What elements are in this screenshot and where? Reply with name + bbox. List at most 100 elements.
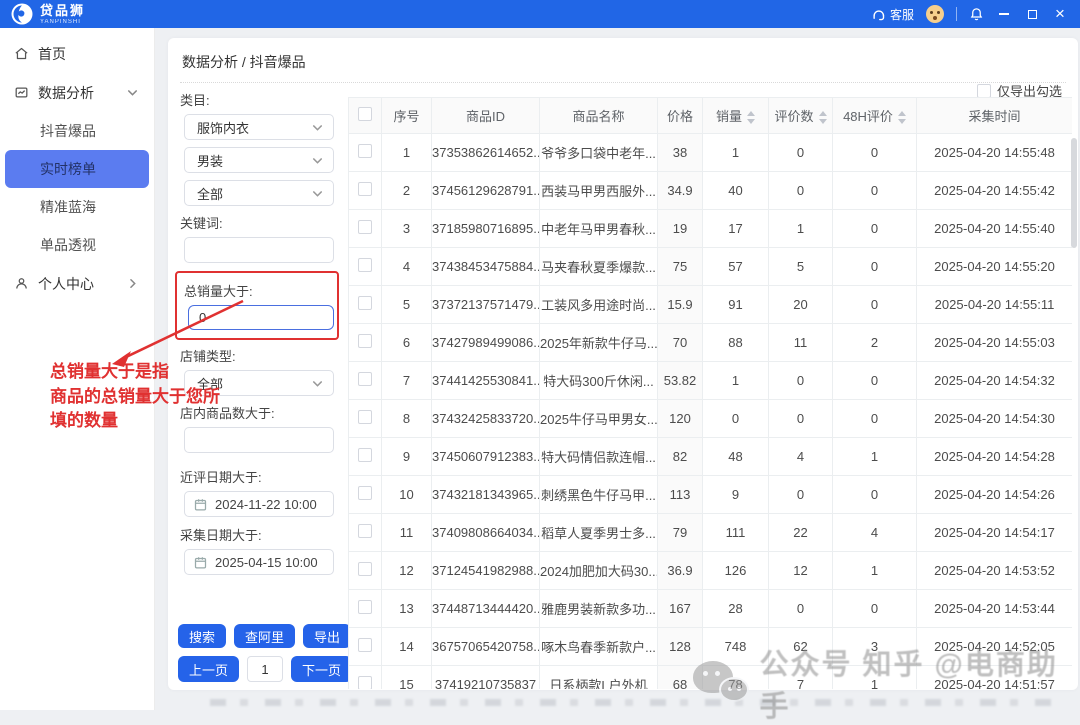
table-cell: 12 bbox=[769, 552, 833, 590]
table-cell: 37185980716895... bbox=[432, 210, 540, 248]
table-cell: 2025-04-20 14:53:52 bbox=[917, 552, 1073, 590]
maximize-button[interactable] bbox=[1024, 6, 1040, 22]
sidebar-item-personal-center[interactable]: 个人中心 bbox=[0, 264, 154, 303]
column-header[interactable]: 48H评价 bbox=[833, 98, 917, 134]
headset-icon bbox=[871, 7, 886, 22]
row-checkbox[interactable] bbox=[358, 562, 372, 576]
table-scrollbar[interactable] bbox=[1071, 138, 1077, 318]
table-row: 437438453475884...马夹春秋夏季爆款...7557502025-… bbox=[349, 248, 1073, 286]
table-cell: 0 bbox=[769, 400, 833, 438]
keyword-input[interactable] bbox=[184, 237, 334, 263]
check-ali-button[interactable]: 查阿里 bbox=[234, 624, 295, 648]
export-button[interactable]: 导出 bbox=[303, 624, 351, 648]
table-cell: 12 bbox=[382, 552, 432, 590]
table-cell: 1 bbox=[703, 134, 769, 172]
table-cell: 特大码300斤休闲... bbox=[540, 362, 658, 400]
export-checkbox[interactable] bbox=[977, 84, 991, 98]
table-cell: 4 bbox=[833, 514, 917, 552]
column-header[interactable]: 评价数 bbox=[769, 98, 833, 134]
sidebar-item-single-product[interactable]: 单品透视 bbox=[0, 226, 154, 264]
row-checkbox[interactable] bbox=[358, 258, 372, 272]
category-select-3[interactable]: 全部 bbox=[184, 180, 334, 206]
sidebar-item-douyin-hot[interactable]: 抖音爆品 bbox=[0, 112, 154, 150]
sidebar-item-home[interactable]: 首页 bbox=[0, 34, 154, 73]
review-date-picker[interactable]: 2024-11-22 10:00 bbox=[184, 491, 334, 517]
table-cell: 1 bbox=[833, 438, 917, 476]
row-checkbox[interactable] bbox=[358, 410, 372, 424]
table-row: 937450607912383...特大码情侣款连帽...8248412025-… bbox=[349, 438, 1073, 476]
collect-date-label: 采集日期大于: bbox=[180, 525, 340, 544]
home-icon bbox=[14, 46, 29, 61]
table-cell: 6 bbox=[382, 324, 432, 362]
sales-threshold-input[interactable] bbox=[188, 305, 334, 330]
row-checkbox[interactable] bbox=[358, 676, 372, 689]
category-select-1[interactable]: 服饰内衣 bbox=[184, 114, 334, 140]
user-avatar[interactable] bbox=[926, 5, 944, 23]
table-row: 1037432181343965...刺绣黑色牛仔马甲...1139002025… bbox=[349, 476, 1073, 514]
page-number-input[interactable] bbox=[247, 656, 283, 682]
watermark-text: 公众号 知乎 @电商助手 bbox=[759, 641, 1080, 725]
pagination: 上一页 下一页 bbox=[178, 656, 352, 682]
close-icon: × bbox=[1055, 4, 1065, 24]
action-buttons: 搜索 查阿里 导出 bbox=[178, 624, 351, 648]
chevron-down-icon bbox=[310, 376, 325, 391]
table-cell: 2025-04-20 14:55:40 bbox=[917, 210, 1073, 248]
prev-page-button[interactable]: 上一页 bbox=[178, 656, 239, 682]
sidebar-item-blue-ocean[interactable]: 精准蓝海 bbox=[0, 188, 154, 226]
row-checkbox[interactable] bbox=[358, 600, 372, 614]
table-cell: 4 bbox=[769, 438, 833, 476]
table-cell: 37427989499086... bbox=[432, 324, 540, 362]
row-checkbox-cell bbox=[349, 552, 382, 590]
table-cell: 3 bbox=[382, 210, 432, 248]
column-header: 价格 bbox=[658, 98, 703, 134]
table-cell: 82 bbox=[658, 438, 703, 476]
row-checkbox[interactable] bbox=[358, 182, 372, 196]
row-checkbox[interactable] bbox=[358, 638, 372, 652]
table-cell: 37456129628791... bbox=[432, 172, 540, 210]
table-cell: 8 bbox=[382, 400, 432, 438]
customer-service-button[interactable]: 客服 bbox=[871, 6, 914, 23]
select-all-checkbox[interactable] bbox=[358, 107, 372, 121]
results-table-wrap: 序号商品ID商品名称价格销量评价数48H评价采集时间 1373538626146… bbox=[348, 97, 1072, 689]
row-checkbox[interactable] bbox=[358, 524, 372, 538]
row-checkbox-cell bbox=[349, 666, 382, 690]
category-select-2[interactable]: 男装 bbox=[184, 147, 334, 173]
row-checkbox[interactable] bbox=[358, 296, 372, 310]
table-row: 337185980716895...中老年马甲男春秋...1917102025-… bbox=[349, 210, 1073, 248]
sort-icon[interactable] bbox=[819, 111, 827, 124]
table-cell: 刺绣黑色牛仔马甲... bbox=[540, 476, 658, 514]
table-cell: 88 bbox=[703, 324, 769, 362]
table-cell: 0 bbox=[833, 172, 917, 210]
row-checkbox[interactable] bbox=[358, 220, 372, 234]
row-checkbox[interactable] bbox=[358, 486, 372, 500]
table-cell: 7 bbox=[382, 362, 432, 400]
next-page-button[interactable]: 下一页 bbox=[291, 656, 352, 682]
collect-date-picker[interactable]: 2025-04-15 10:00 bbox=[184, 549, 334, 575]
row-checkbox[interactable] bbox=[358, 334, 372, 348]
search-button[interactable]: 搜索 bbox=[178, 624, 226, 648]
table-cell: 37438453475884... bbox=[432, 248, 540, 286]
row-checkbox[interactable] bbox=[358, 448, 372, 462]
table-cell: 9 bbox=[703, 476, 769, 514]
column-header[interactable]: 销量 bbox=[703, 98, 769, 134]
sort-icon[interactable] bbox=[747, 111, 755, 124]
table-cell: 37450607912383... bbox=[432, 438, 540, 476]
minimize-button[interactable] bbox=[996, 6, 1012, 22]
row-checkbox[interactable] bbox=[358, 144, 372, 158]
sidebar-item-data-analysis[interactable]: 数据分析 bbox=[0, 73, 154, 112]
table-cell: 11 bbox=[769, 324, 833, 362]
topbar-divider bbox=[956, 7, 957, 21]
date-value: 2025-04-15 10:00 bbox=[215, 555, 318, 570]
sort-icon[interactable] bbox=[898, 111, 906, 124]
table-row: 637427989499086...2025年新款牛仔马...708811220… bbox=[349, 324, 1073, 362]
row-checkbox-cell bbox=[349, 590, 382, 628]
bell-icon[interactable] bbox=[969, 7, 984, 22]
row-checkbox[interactable] bbox=[358, 372, 372, 386]
row-checkbox-cell bbox=[349, 134, 382, 172]
wechat-icon bbox=[693, 661, 749, 705]
close-button[interactable]: × bbox=[1052, 6, 1068, 22]
scrollbar-thumb[interactable] bbox=[1071, 138, 1077, 248]
table-cell: 48 bbox=[703, 438, 769, 476]
service-label: 客服 bbox=[890, 6, 914, 23]
sidebar-item-realtime-rank[interactable]: 实时榜单 bbox=[5, 150, 149, 188]
